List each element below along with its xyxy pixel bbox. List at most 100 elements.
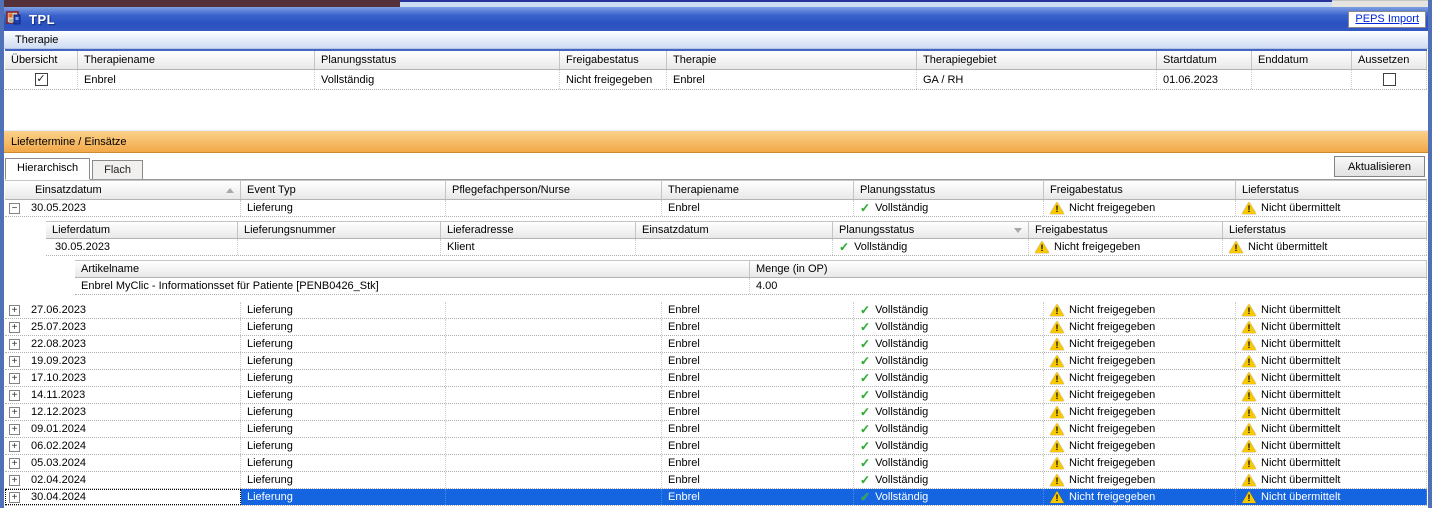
table-row[interactable]: 22.08.2023 Lieferung Enbrel ✓ Vollständig…: [5, 336, 1427, 353]
column-header-einsatzdatum[interactable]: Einsatzdatum: [5, 181, 241, 199]
therapiename-cell: Enbrel: [662, 370, 854, 386]
therapy-row[interactable]: ✓ Enbrel Vollständig Nicht freigegeben E…: [5, 70, 1427, 90]
column-header-freigabestatus[interactable]: Freigabestatus: [1044, 181, 1236, 199]
planungsstatus-cell: Vollständig: [875, 372, 929, 384]
column-header-therapie[interactable]: Therapie: [667, 51, 917, 69]
event-typ-cell: Lieferung: [241, 387, 446, 403]
nurse-cell: [446, 319, 662, 335]
table-row[interactable]: 09.01.2024 Lieferung Enbrel ✓ Vollständig…: [5, 421, 1427, 438]
einsatzdatum-cell: 22.08.2023: [31, 338, 87, 350]
table-row[interactable]: 05.03.2024 Lieferung Enbrel ✓ Vollständig…: [5, 455, 1427, 472]
column-header-therapiename[interactable]: Therapiename: [662, 181, 854, 199]
column-header-pflegefachperson[interactable]: Pflegefachperson/Nurse: [446, 181, 662, 199]
peps-import-button[interactable]: PEPS Import: [1348, 10, 1426, 28]
column-header-menge[interactable]: Menge (in OP): [750, 261, 1427, 277]
expand-icon[interactable]: [9, 304, 20, 316]
column-header-freigabestatus[interactable]: Freigabestatus: [1029, 222, 1223, 238]
planungsstatus-cell: Vollständig: [875, 423, 929, 435]
table-row[interactable]: 17.10.2023 Lieferung Enbrel ✓ Vollständig…: [5, 370, 1427, 387]
table-row[interactable]: 02.04.2024 Lieferung Enbrel ✓ Vollständig…: [5, 472, 1427, 489]
column-header-aussetzen[interactable]: Aussetzen: [1352, 51, 1427, 69]
window-title: TPL: [29, 11, 56, 27]
table-row[interactable]: 14.11.2023 Lieferung Enbrel ✓ Vollständig…: [5, 387, 1427, 404]
refresh-button[interactable]: Aktualisieren: [1334, 156, 1425, 177]
nurse-cell: [446, 489, 662, 505]
expand-icon[interactable]: [9, 338, 20, 350]
expand-icon[interactable]: [9, 423, 20, 435]
warning-icon: [1242, 406, 1256, 418]
article-row[interactable]: Enbrel MyClic - Informationsset für Pati…: [75, 278, 1427, 295]
column-header-lieferstatus[interactable]: Lieferstatus: [1236, 181, 1427, 199]
background-segment: [4, 0, 400, 7]
release-status-cell: Nicht freigegeben: [560, 70, 667, 89]
lieferstatus-cell: Nicht übermittelt: [1261, 423, 1341, 435]
column-header-event-typ[interactable]: Event Typ: [241, 181, 446, 199]
column-header-einsatzdatum[interactable]: Einsatzdatum: [636, 222, 833, 238]
einsatzdatum-cell: 30.05.2023: [31, 202, 87, 214]
collapse-icon[interactable]: [9, 202, 20, 214]
expand-icon[interactable]: [9, 440, 20, 452]
uebersicht-checkbox-checked[interactable]: ✓: [34, 73, 48, 86]
column-header-artikelname[interactable]: Artikelname: [75, 261, 750, 277]
planungsstatus-cell: Vollständig: [854, 241, 908, 253]
warning-icon: [1242, 372, 1256, 384]
warning-icon: [1242, 491, 1256, 503]
lieferstatus-cell: Nicht übermittelt: [1261, 355, 1341, 367]
table-row[interactable]: 25.07.2023 Lieferung Enbrel ✓ Vollständig…: [5, 319, 1427, 336]
therapiename-cell: Enbrel: [662, 387, 854, 403]
einsatzdatum-cell: 05.03.2024: [31, 457, 87, 469]
warning-icon: [1050, 406, 1064, 418]
column-header-enddatum[interactable]: Enddatum: [1252, 51, 1352, 69]
column-header-planungsstatus[interactable]: Planungsstatus: [854, 181, 1044, 199]
column-header-uebersicht[interactable]: Übersicht: [5, 51, 78, 69]
table-row[interactable]: 19.09.2023 Lieferung Enbrel ✓ Vollständig…: [5, 353, 1427, 370]
therapiename-cell: Enbrel: [662, 319, 854, 335]
expand-icon[interactable]: [9, 406, 20, 418]
freigabestatus-cell: Nicht freigegeben: [1069, 474, 1156, 486]
warning-icon: [1050, 423, 1064, 435]
background-segment: [400, 0, 1332, 7]
expand-icon[interactable]: [9, 372, 20, 384]
tab-flach[interactable]: Flach: [92, 160, 144, 179]
table-row[interactable]: 06.02.2024 Lieferung Enbrel ✓ Vollständig…: [5, 438, 1427, 455]
title-bar[interactable]: TPL PEPS Import: [4, 7, 1428, 31]
therapy-cell: Enbrel: [667, 70, 917, 89]
nested-header-row: Lieferdatum Lieferungsnummer Lieferadres…: [46, 221, 1427, 239]
nurse-cell: [446, 370, 662, 386]
table-row-expanded[interactable]: 30.05.2023 Lieferung Enbrel ✓ Vollständig…: [5, 200, 1427, 217]
expand-icon[interactable]: [9, 389, 20, 401]
column-header-lieferungsnummer[interactable]: Lieferungsnummer: [238, 222, 441, 238]
grid-header-row: Einsatzdatum Event Typ Pflegefachperson/…: [5, 180, 1427, 200]
expand-icon[interactable]: [9, 491, 20, 503]
column-header-therapiegebiet[interactable]: Therapiegebiet: [917, 51, 1157, 69]
warning-icon: [1242, 457, 1256, 469]
column-header-lieferadresse[interactable]: Lieferadresse: [441, 222, 636, 238]
event-typ-cell: Lieferung: [241, 353, 446, 369]
table-row[interactable]: 27.06.2023 Lieferung Enbrel ✓ Vollständig…: [5, 302, 1427, 319]
event-typ-cell: Lieferung: [241, 404, 446, 420]
lieferstatus-cell: Nicht übermittelt: [1261, 491, 1341, 503]
spacer: [5, 295, 1427, 302]
aussetzen-checkbox-unchecked[interactable]: [1382, 73, 1396, 86]
column-header-startdatum[interactable]: Startdatum: [1157, 51, 1252, 69]
column-header-lieferdatum[interactable]: Lieferdatum: [46, 222, 238, 238]
therapiename-cell: Enbrel: [662, 421, 854, 437]
check-icon: ✓: [860, 337, 871, 351]
warning-icon: [1050, 389, 1064, 401]
table-row[interactable]: 30.04.2024 Lieferung Enbrel ✓ Vollständig…: [5, 489, 1427, 506]
column-header-planungsstatus[interactable]: Planungsstatus: [315, 51, 560, 69]
tab-hierarchisch[interactable]: Hierarchisch: [5, 158, 91, 180]
einsatzdatum-cell: 02.04.2024: [31, 474, 87, 486]
table-row[interactable]: 12.12.2023 Lieferung Enbrel ✓ Vollständig…: [5, 404, 1427, 421]
expand-icon[interactable]: [9, 355, 20, 367]
expand-icon[interactable]: [9, 474, 20, 486]
expand-icon[interactable]: [9, 457, 20, 469]
column-header-therapiename[interactable]: Therapiename: [78, 51, 315, 69]
column-header-freigabestatus[interactable]: Freigabestatus: [560, 51, 667, 69]
expand-icon[interactable]: [9, 321, 20, 333]
warning-icon: [1050, 355, 1064, 367]
column-header-lieferstatus[interactable]: Lieferstatus: [1223, 222, 1427, 238]
column-header-planungsstatus[interactable]: Planungsstatus: [833, 222, 1029, 238]
menu-item-therapie[interactable]: Therapie: [11, 34, 62, 46]
nested-delivery-row[interactable]: 30.05.2023 Klient ✓ Vollständig Nicht fre…: [46, 239, 1427, 256]
